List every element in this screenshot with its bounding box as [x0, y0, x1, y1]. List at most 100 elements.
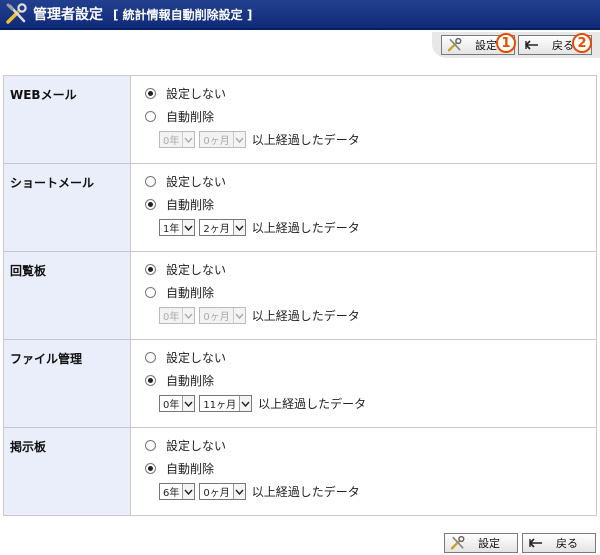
- bottom-toolbar: 設定 戻る: [0, 533, 600, 553]
- option-auto-label: 自動削除: [166, 286, 215, 300]
- row-options: 設定しない自動削除 0年 0ヶ月 以上経過したデータ: [130, 75, 597, 164]
- option-none-label: 設定しない: [166, 263, 227, 277]
- period-suffix: 以上経過したデータ: [251, 221, 360, 235]
- row-options: 設定しない自動削除 0年 0ヶ月 以上経過したデータ: [130, 251, 597, 340]
- chevron-down-icon: [232, 220, 245, 235]
- month-select[interactable]: 0ヶ月: [199, 307, 246, 324]
- month-select[interactable]: 0ヶ月: [199, 131, 246, 148]
- radio-none[interactable]: [145, 176, 156, 187]
- radio-auto-delete[interactable]: [145, 463, 156, 474]
- option-auto-label: 自動削除: [166, 198, 215, 212]
- option-auto[interactable]: 自動削除: [145, 457, 596, 480]
- period-suffix: 以上経過したデータ: [251, 309, 360, 323]
- option-auto[interactable]: 自動削除: [145, 281, 596, 304]
- row-label: 回覧板: [3, 251, 131, 340]
- back-button-label: 戻る: [556, 537, 578, 550]
- chevron-down-icon: [182, 220, 195, 235]
- option-none[interactable]: 設定しない: [145, 258, 596, 281]
- settings-button-bottom[interactable]: 設定: [444, 533, 518, 553]
- year-select-value: 0年: [163, 136, 180, 147]
- settings-button-label: 設定: [478, 537, 500, 550]
- period-suffix: 以上経過したデータ: [251, 485, 360, 499]
- page-title: 管理者設定: [33, 7, 103, 23]
- tools-icon: [449, 535, 467, 551]
- radio-none[interactable]: [145, 88, 156, 99]
- option-auto-label: 自動削除: [166, 110, 215, 124]
- option-none[interactable]: 設定しない: [145, 82, 596, 105]
- month-select-value: 11ヶ月: [203, 400, 237, 411]
- option-auto[interactable]: 自動削除: [145, 369, 596, 392]
- back-arrow-icon: [527, 537, 545, 549]
- back-arrow-icon: [523, 39, 541, 51]
- year-select-value: 0年: [163, 400, 180, 411]
- chevron-down-icon: [182, 484, 195, 499]
- year-select[interactable]: 6年: [159, 483, 196, 500]
- radio-auto-delete[interactable]: [145, 199, 156, 210]
- settings-row: 回覧板 設定しない自動削除 0年 0ヶ月 以上経過したデータ: [3, 251, 597, 340]
- radio-none[interactable]: [145, 352, 156, 363]
- year-select[interactable]: 1年: [159, 219, 196, 236]
- period-select-row: 6年 0ヶ月 以上経過したデータ: [159, 480, 596, 503]
- row-options: 設定しない自動削除 0年 11ヶ月 以上経過したデータ: [130, 339, 597, 428]
- period-select-row: 0年 11ヶ月 以上経過したデータ: [159, 392, 596, 415]
- chevron-down-icon: [232, 132, 245, 147]
- tools-icon: [446, 37, 464, 53]
- period-suffix: 以上経過したデータ: [258, 397, 367, 411]
- option-auto[interactable]: 自動削除: [145, 193, 596, 216]
- chevron-down-icon: [232, 308, 245, 323]
- chevron-down-icon: [232, 484, 245, 499]
- chevron-down-icon: [182, 396, 195, 411]
- month-select-value: 0ヶ月: [203, 136, 230, 147]
- callout-badge-2: 2: [572, 33, 592, 53]
- radio-auto-delete[interactable]: [145, 111, 156, 122]
- year-select[interactable]: 0年: [159, 131, 196, 148]
- year-select-value: 6年: [163, 488, 180, 499]
- year-select-value: 0年: [163, 312, 180, 323]
- month-select[interactable]: 2ヶ月: [199, 219, 246, 236]
- option-none-label: 設定しない: [166, 351, 227, 365]
- option-none-label: 設定しない: [166, 175, 227, 189]
- radio-none[interactable]: [145, 264, 156, 275]
- back-button-bottom[interactable]: 戻る: [522, 533, 596, 553]
- option-none-label: 設定しない: [166, 439, 227, 453]
- year-select-value: 1年: [163, 224, 180, 235]
- option-none-label: 設定しない: [166, 87, 227, 101]
- settings-row: ファイル管理 設定しない自動削除 0年 11ヶ月 以上経過したデータ: [3, 339, 597, 428]
- title-bar: 管理者設定 [ 統計情報自動削除設定 ]: [0, 0, 600, 30]
- month-select[interactable]: 11ヶ月: [199, 395, 253, 412]
- settings-row: ショートメール 設定しない自動削除 1年 2ヶ月 以上経過したデータ: [3, 163, 597, 252]
- settings-row: WEBメール 設定しない自動削除 0年 0ヶ月 以上経過したデータ: [3, 75, 597, 164]
- option-auto-label: 自動削除: [166, 462, 215, 476]
- period-select-row: 0年 0ヶ月 以上経過したデータ: [159, 304, 596, 327]
- year-select[interactable]: 0年: [159, 395, 196, 412]
- row-label: WEBメール: [3, 75, 131, 164]
- radio-none[interactable]: [145, 440, 156, 451]
- period-select-row: 1年 2ヶ月 以上経過したデータ: [159, 216, 596, 239]
- option-none[interactable]: 設定しない: [145, 346, 596, 369]
- row-label: ファイル管理: [3, 339, 131, 428]
- month-select-value: 0ヶ月: [203, 312, 230, 323]
- row-options: 設定しない自動削除 1年 2ヶ月 以上経過したデータ: [130, 163, 597, 252]
- period-suffix: 以上経過したデータ: [251, 133, 360, 147]
- month-select-value: 0ヶ月: [203, 488, 230, 499]
- option-auto-label: 自動削除: [166, 374, 215, 388]
- period-select-row: 0年 0ヶ月 以上経過したデータ: [159, 128, 596, 151]
- year-select[interactable]: 0年: [159, 307, 196, 324]
- radio-auto-delete[interactable]: [145, 375, 156, 386]
- row-label: ショートメール: [3, 163, 131, 252]
- chevron-down-icon: [239, 396, 252, 411]
- settings-table: WEBメール 設定しない 自動削除 0年 0ヶ月 以上経過したデータ ショートメール 設定しな…: [3, 75, 597, 516]
- row-label: 掲示板: [3, 427, 131, 516]
- option-none[interactable]: 設定しない: [145, 170, 596, 193]
- tools-icon: [4, 1, 30, 27]
- radio-auto-delete[interactable]: [145, 287, 156, 298]
- settings-row: 掲示板 設定しない自動削除 6年 0ヶ月 以上経過したデータ: [3, 427, 597, 516]
- option-none[interactable]: 設定しない: [145, 434, 596, 457]
- month-select[interactable]: 0ヶ月: [199, 483, 246, 500]
- month-select-value: 2ヶ月: [203, 224, 230, 235]
- callout-badge-1: 1: [496, 33, 516, 53]
- chevron-down-icon: [182, 308, 195, 323]
- option-auto[interactable]: 自動削除: [145, 105, 596, 128]
- row-options: 設定しない自動削除 6年 0ヶ月 以上経過したデータ: [130, 427, 597, 516]
- page-subtitle: [ 統計情報自動削除設定 ]: [113, 7, 253, 22]
